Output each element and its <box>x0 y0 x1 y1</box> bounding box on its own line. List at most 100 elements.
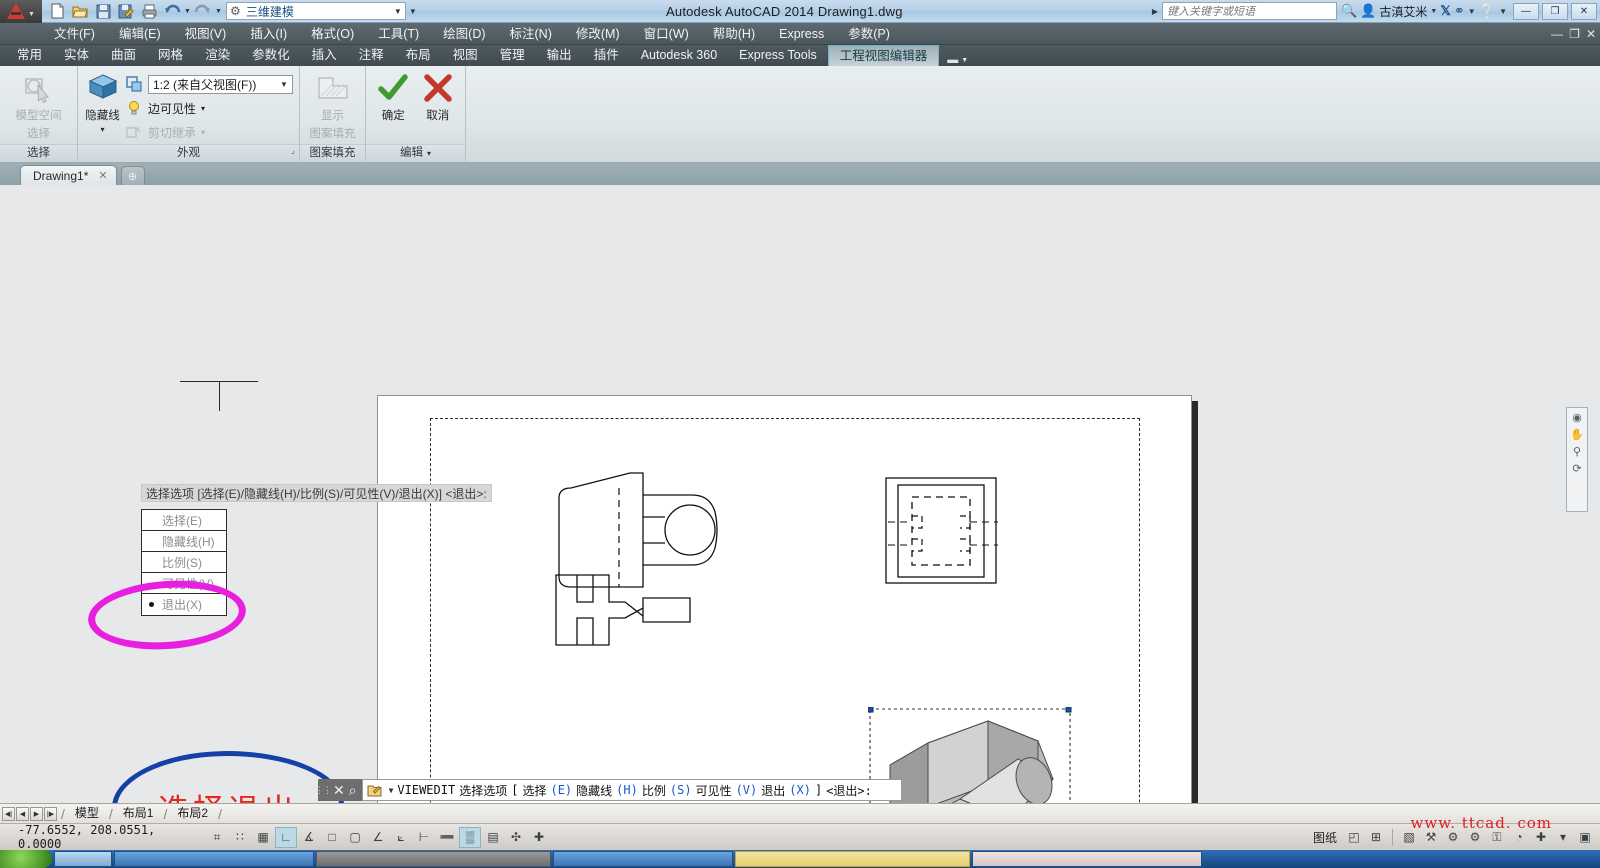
viewport-button[interactable]: ◰ <box>1343 827 1365 848</box>
pan-icon[interactable]: ✋ <box>1570 428 1584 441</box>
ribbon-overflow[interactable]: ▬ ▼ <box>947 54 968 66</box>
tab-layout[interactable]: 布局 <box>395 45 442 66</box>
transparency-toggle[interactable]: ▒ <box>459 827 481 848</box>
doc-close-button[interactable]: ✕ <box>1586 27 1596 41</box>
layout-tab-layout2[interactable]: 布局2 <box>167 804 218 823</box>
navigation-bar[interactable]: ◉ ✋ ⚲ ⟳ <box>1566 407 1588 512</box>
menu-item-format[interactable]: 格式(O) <box>299 23 366 45</box>
option-item-select[interactable]: 选择(E) <box>142 510 226 531</box>
doc-minimize-button[interactable]: — <box>1551 27 1563 41</box>
taskbar-item-1[interactable] <box>54 851 112 867</box>
tab-annotate[interactable]: 注释 <box>348 45 395 66</box>
undo-dropdown-icon[interactable]: ▼ <box>184 8 191 15</box>
workspace-switcher[interactable]: ⚙ 三维建模 ▼ <box>226 2 406 20</box>
scale-row[interactable]: 1:2 (来自父视图(F)) ▼ <box>125 73 293 95</box>
clip-inherit-row[interactable]: 剪切继承 ▾ <box>125 121 293 143</box>
tab-render[interactable]: 渲染 <box>194 45 241 66</box>
tab-solid[interactable]: 实体 <box>53 45 100 66</box>
tab-parametric[interactable]: 参数化 <box>241 45 301 66</box>
workspace-overflow-icon[interactable]: ▼ <box>409 7 417 16</box>
tab-manage[interactable]: 管理 <box>489 45 536 66</box>
quick-properties-toggle[interactable]: ✚ <box>528 827 550 848</box>
command-option-hidden-line-key[interactable]: (H) <box>616 783 638 797</box>
tab-express-tools[interactable]: Express Tools <box>728 45 828 66</box>
help-menu-chevron-icon[interactable]: ▼ <box>1499 7 1507 16</box>
grid-snap-toggle[interactable]: ▦ <box>252 827 274 848</box>
maximize-button[interactable]: ❐ <box>1542 3 1568 20</box>
command-option-scale[interactable]: 比例 <box>642 782 666 799</box>
save-as-icon[interactable] <box>115 1 137 22</box>
orbit-icon[interactable]: ⟳ <box>1572 462 1581 475</box>
user-menu-chevron-icon[interactable]: ▼ <box>1430 8 1437 15</box>
taskbar-item-2[interactable] <box>114 851 314 867</box>
taskbar-item-4[interactable] <box>553 851 733 867</box>
menu-item-tools[interactable]: 工具(T) <box>366 23 431 45</box>
undo-icon[interactable] <box>161 1 183 22</box>
layout-last-button[interactable]: |▶ <box>44 807 57 821</box>
command-option-visibility[interactable]: 可见性 <box>696 782 732 799</box>
minimize-button[interactable]: — <box>1513 3 1539 20</box>
search-icon[interactable]: ⌕ <box>349 782 357 799</box>
new-icon[interactable] <box>46 1 68 22</box>
command-line-grip[interactable]: ⋮⋮ <box>318 779 328 801</box>
tab-insert[interactable]: 插入 <box>301 45 348 66</box>
clean-screen-button[interactable]: ▣ <box>1574 827 1596 848</box>
zoom-extents-icon[interactable]: ⚲ <box>1573 445 1581 458</box>
layout-next-button[interactable]: ▶ <box>30 807 43 821</box>
dialog-launcher-icon[interactable]: ⌟ <box>291 142 295 159</box>
paper-space-label[interactable]: 图纸 <box>1307 829 1343 846</box>
title-overflow-icon[interactable]: ▶ <box>1152 7 1158 16</box>
command-option-visibility-key[interactable]: (V) <box>736 783 758 797</box>
document-tab-drawing1[interactable]: Drawing1* ✕ <box>20 165 117 185</box>
chevron-down-icon[interactable]: ▼ <box>391 7 405 16</box>
redo-dropdown-icon[interactable]: ▼ <box>215 8 222 15</box>
command-history-chevron-icon[interactable]: ▼ <box>389 786 394 795</box>
help-globe-icon[interactable]: ⚭ <box>1454 3 1465 19</box>
chevron-down-icon[interactable]: ▾ <box>201 104 205 113</box>
scale-combo[interactable]: 1:2 (来自父视图(F)) ▼ <box>148 75 293 94</box>
help-icon[interactable]: ❔ <box>1479 3 1496 20</box>
open-icon[interactable] <box>69 1 91 22</box>
show-hatch-button[interactable]: 显示 图案填充 <box>306 71 359 141</box>
menu-item-parametric[interactable]: 参数(P) <box>836 23 902 45</box>
tab-drawing-view-editor[interactable]: 工程视图编辑器 <box>828 45 940 66</box>
object-snap-tracking-toggle[interactable]: ∠ <box>367 827 389 848</box>
menu-item-help[interactable]: 帮助(H) <box>701 23 767 45</box>
command-option-exit[interactable]: 退出 <box>761 782 785 799</box>
drawing-canvas[interactable]: 选择选项 [选择(E)/隐藏线(H)/比例(S)/可见性(V)/退出(X)] <… <box>0 185 1600 803</box>
search-icon[interactable]: 🔍 <box>1341 3 1357 19</box>
menu-item-window[interactable]: 窗口(W) <box>632 23 701 45</box>
tab-view[interactable]: 视图 <box>442 45 489 66</box>
tab-home[interactable]: 常用 <box>6 45 53 66</box>
redo-icon[interactable] <box>192 1 214 22</box>
hidden-line-button[interactable]: 隐藏线 ▾ <box>84 71 121 134</box>
close-icon[interactable]: ✕ <box>333 782 345 799</box>
layout-prev-button[interactable]: ◀ <box>16 807 29 821</box>
menu-item-file[interactable]: 文件(F) <box>42 23 107 45</box>
add-document-tab-button[interactable]: ⊕ <box>121 166 145 185</box>
menu-item-express[interactable]: Express <box>767 23 836 45</box>
application-menu-button[interactable]: ▼ <box>0 0 42 23</box>
ortho-mode-toggle[interactable]: ∟ <box>275 827 297 848</box>
menu-item-dimension[interactable]: 标注(N) <box>498 23 564 45</box>
start-button[interactable] <box>0 850 52 868</box>
doc-restore-button[interactable]: ❐ <box>1569 27 1580 41</box>
tab-mesh[interactable]: 网格 <box>147 45 194 66</box>
plot-icon[interactable] <box>138 1 160 22</box>
chevron-down-icon[interactable]: ▾ <box>427 145 431 162</box>
tab-addins[interactable]: 插件 <box>583 45 630 66</box>
command-option-select-key[interactable]: (E) <box>550 783 572 797</box>
layout-tab-model[interactable]: 模型 <box>65 804 109 823</box>
menu-item-insert[interactable]: 插入(I) <box>238 23 299 45</box>
layout-first-button[interactable]: ◀| <box>2 807 15 821</box>
menu-item-modify[interactable]: 修改(M) <box>564 23 632 45</box>
save-icon[interactable] <box>92 1 114 22</box>
status-bar-menu-button[interactable]: ▾ <box>1552 827 1574 848</box>
polar-tracking-toggle[interactable]: ∡ <box>298 827 320 848</box>
taskbar-item-6[interactable] <box>972 851 1202 867</box>
menu-item-draw[interactable]: 绘图(D) <box>431 23 497 45</box>
tab-output[interactable]: 输出 <box>536 45 583 66</box>
tab-surface[interactable]: 曲面 <box>100 45 147 66</box>
user-avatar-icon[interactable]: 👤 <box>1360 3 1376 19</box>
layout-tab-layout1[interactable]: 布局1 <box>113 804 164 823</box>
